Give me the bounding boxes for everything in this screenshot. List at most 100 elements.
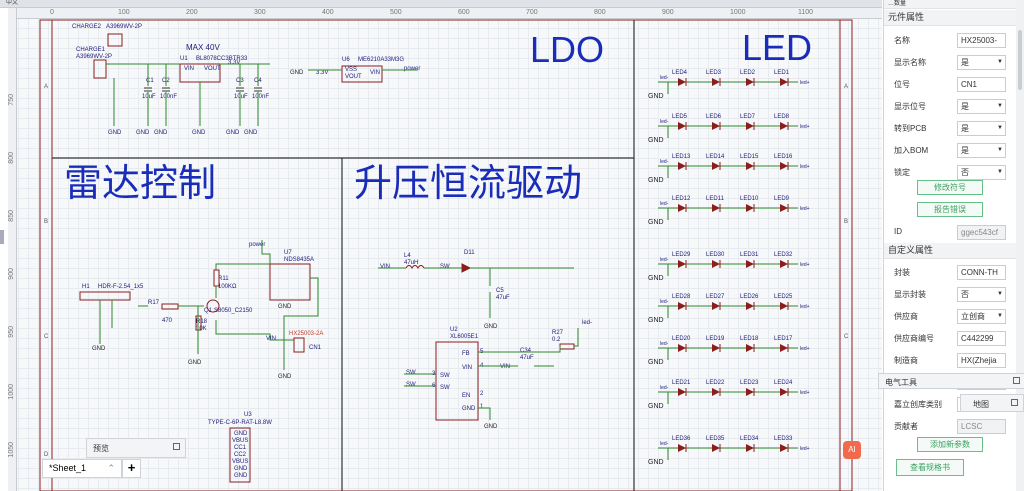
led-plus-net: led+	[800, 80, 810, 86]
led-diode-symbol[interactable]	[678, 78, 686, 86]
map-window[interactable]: 地图	[960, 394, 1024, 412]
led-designator: LED21	[672, 380, 691, 386]
schematic-drawing[interactable]: A B C D A B C D LDO LED 雷达控制 升压恒流驱动 CHAR…	[8, 8, 882, 491]
property-dropdown[interactable]: 是 ▼	[957, 99, 1006, 114]
modify-symbol-button[interactable]: 修改符号	[917, 180, 983, 195]
led-designator: LED31	[740, 252, 759, 258]
view-manual-button[interactable]: 查看规格书	[896, 459, 964, 476]
section-custom-properties[interactable]: 自定义属性	[884, 243, 1024, 259]
led-diode-symbol[interactable]	[780, 388, 788, 396]
gnd-radar-3: GND	[278, 374, 292, 380]
sheet-tab-dropdown-icon[interactable]: ⌃	[107, 460, 115, 477]
led-plus-net: led+	[800, 262, 810, 268]
l4-label: L4	[404, 253, 411, 259]
led-diode-symbol[interactable]	[780, 260, 788, 268]
led-diode-symbol[interactable]	[746, 302, 754, 310]
led-diode-symbol[interactable]	[746, 204, 754, 212]
led-diode-symbol[interactable]	[746, 260, 754, 268]
led-diode-symbol[interactable]	[712, 344, 720, 352]
led-row-gnd-label: GND	[648, 137, 664, 144]
ai-assistant-button[interactable]: AI	[843, 441, 861, 459]
u6-vin-pin: VIN	[370, 70, 380, 76]
electrical-tools-window[interactable]: 电气工具	[878, 373, 1024, 389]
property-dropdown[interactable]: 是 ▼	[957, 121, 1006, 136]
property-dropdown[interactable]: 是 ▼	[957, 55, 1006, 70]
section-component-properties[interactable]: 元件属性	[884, 10, 1024, 26]
panel-scroll-thumb[interactable]	[1018, 30, 1022, 90]
led-diode-symbol[interactable]	[712, 388, 720, 396]
led-diode-symbol[interactable]	[746, 444, 754, 452]
sheet-tab[interactable]: *Sheet_1 ⌃	[42, 459, 122, 478]
led-row-gnd-label: GND	[648, 219, 664, 226]
u1-vin-pin: VIN	[184, 66, 194, 72]
led-diode-symbol[interactable]	[678, 204, 686, 212]
led-minus-net: led-	[660, 299, 669, 305]
led-designator: LED18	[740, 336, 759, 342]
property-label: 供应商编号	[894, 334, 934, 343]
led-diode-symbol[interactable]	[712, 204, 720, 212]
property-dropdown[interactable]: 否 ▼	[957, 287, 1006, 302]
led-diode-symbol[interactable]	[780, 302, 788, 310]
led-diode-symbol[interactable]	[712, 78, 720, 86]
led-diode-symbol[interactable]	[678, 388, 686, 396]
led-diode-symbol[interactable]	[678, 444, 686, 452]
zone-label-d: D	[44, 452, 49, 458]
led-diode-symbol[interactable]	[780, 204, 788, 212]
property-dropdown[interactable]: 立创商 ▼	[957, 309, 1006, 324]
led-diode-symbol[interactable]	[678, 260, 686, 268]
led-diode-symbol[interactable]	[712, 122, 720, 130]
add-param-button[interactable]: 添加新参数	[917, 437, 983, 452]
radar-vin-net: VIN	[266, 336, 276, 342]
led-diode-symbol[interactable]	[746, 78, 754, 86]
property-input[interactable]: CONN-TH	[957, 265, 1006, 280]
report-error-button[interactable]: 报告错误	[917, 202, 983, 217]
led-plus-net: led+	[800, 124, 810, 130]
led-diode-symbol[interactable]	[746, 388, 754, 396]
boost-vin-net-2: VIN	[500, 364, 510, 370]
tab-0[interactable]: 中文	[6, 0, 18, 7]
led-minus-net: led-	[660, 441, 669, 447]
property-input[interactable]: HX(Zhejia	[957, 353, 1006, 368]
led-diode-symbol[interactable]	[780, 162, 788, 170]
electrical-tools-maximize-icon[interactable]	[1013, 377, 1020, 384]
u2-pin-vin: VIN	[462, 365, 472, 371]
led-diode-symbol[interactable]	[678, 162, 686, 170]
led-diode-symbol[interactable]	[678, 344, 686, 352]
title-boost-driver: 升压恒流驱动	[354, 163, 582, 205]
led-diode-symbol[interactable]	[780, 78, 788, 86]
led-diode-symbol[interactable]	[746, 344, 754, 352]
led-diode-symbol[interactable]	[712, 260, 720, 268]
led-diode-symbol[interactable]	[712, 302, 720, 310]
u3-pin-6: GND	[234, 473, 248, 479]
q1-part: S8050_C2150	[214, 308, 253, 314]
led-designator: LED19	[706, 336, 725, 342]
c2-value: 100nF	[160, 94, 177, 100]
led-diode-symbol[interactable]	[780, 344, 788, 352]
property-row: 位号 CN1	[884, 74, 1024, 94]
led-diode-symbol[interactable]	[712, 444, 720, 452]
property-input[interactable]: CN1	[957, 77, 1006, 92]
led-diode-symbol[interactable]	[746, 122, 754, 130]
add-sheet-button[interactable]: +	[122, 459, 141, 478]
property-dropdown[interactable]: 是 ▼	[957, 143, 1006, 158]
led-diode-symbol[interactable]	[678, 302, 686, 310]
led-diode-symbol[interactable]	[712, 162, 720, 170]
led-diode-symbol[interactable]	[780, 444, 788, 452]
property-label: 锁定	[894, 168, 910, 177]
schematic-canvas[interactable]: 0 100 200 300 400 500 600 700 800 900 1000 1100 750…	[8, 8, 882, 491]
preview-window[interactable]: 预览	[86, 438, 186, 458]
property-input[interactable]: C442299	[957, 331, 1006, 346]
preview-maximize-icon[interactable]	[173, 443, 180, 450]
led-plus-net: led+	[800, 446, 810, 452]
led-diode-symbol[interactable]	[678, 122, 686, 130]
property-label: 显示封装	[894, 290, 926, 299]
property-dropdown[interactable]: 否 ▼	[957, 165, 1006, 180]
id-row: ID ggec543cf	[884, 222, 1024, 242]
led-row-gnd-label: GND	[648, 93, 664, 100]
left-panel-handle[interactable]	[0, 230, 4, 244]
property-input[interactable]: HX25003-	[957, 33, 1006, 48]
map-maximize-icon[interactable]	[1011, 399, 1018, 406]
led-designator: LED34	[740, 436, 759, 442]
led-diode-symbol[interactable]	[780, 122, 788, 130]
led-diode-symbol[interactable]	[746, 162, 754, 170]
